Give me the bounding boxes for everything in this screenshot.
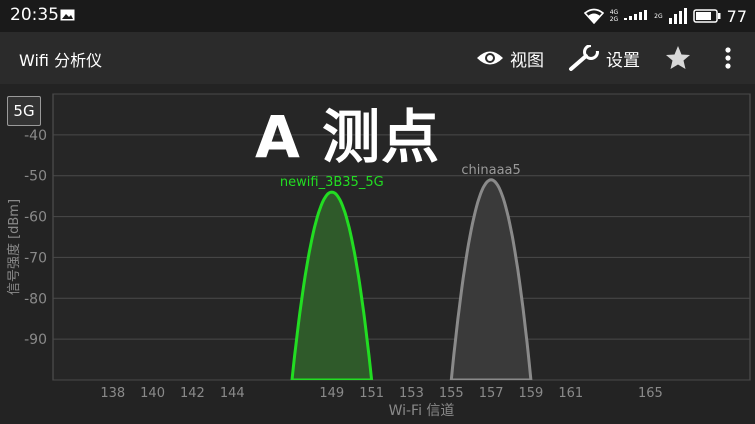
battery-icon [692,9,721,23]
x-tick-label: 140 [140,386,165,401]
y-tick-label: -70 [24,250,47,266]
x-tick-label: 138 [100,386,125,401]
signal-bars-2-icon [668,8,687,24]
wifi-icon [583,8,604,24]
x-tick-label: 165 [638,386,663,401]
more-vert-icon[interactable] [718,44,738,72]
y-tick-label: -90 [24,332,47,348]
y-axis-label: 信号强度 [dBm] [6,199,22,295]
x-tick-label: 149 [319,386,344,401]
y-tick-label: -40 [24,128,47,144]
y-tick-label: -50 [24,169,47,185]
status-time: 20:35 [10,5,59,25]
settings-button[interactable]: 设置 [568,44,640,72]
x-axis-label: Wi-Fi 信道 [389,403,455,419]
x-tick-label: 151 [359,386,384,401]
wrench-icon [569,45,600,71]
x-tick-label: 161 [558,386,583,401]
signal-4g-icon: 4G 2G [609,9,619,23]
band-toggle-button[interactable]: 5G [7,96,41,126]
signal-2g-icon: 2G [654,12,663,20]
app-title: Wifi 分析仪 [19,51,103,70]
x-tick-label: 157 [479,386,504,401]
settings-label: 设置 [606,50,640,71]
signal-bars-icon [624,10,648,20]
series-label: newifi_3B35_5G [280,175,384,190]
y-tick-label: -60 [24,210,47,226]
status-icons: 4G 2G 2G 77 [583,6,747,26]
app-bar: Wifi 分析仪 视图 设置 [0,32,755,84]
star-icon[interactable] [665,45,691,71]
x-tick-label: 159 [519,386,544,401]
y-tick-label: -80 [24,291,47,307]
gallery-icon [60,9,75,21]
x-tick-label: 144 [220,386,245,401]
status-bar: 20:35 4G 2G 2G 77 [0,0,755,32]
battery-level: 77 [726,6,747,26]
overlay-title: A 测点 [255,103,441,171]
eye-icon [477,51,503,65]
x-tick-label: 155 [439,386,464,401]
view-label: 视图 [510,50,544,71]
x-tick-label: 153 [399,386,424,401]
view-button[interactable]: 视图 [476,44,544,72]
x-tick-label: 142 [180,386,205,401]
series-label: chinaaa5 [461,163,520,178]
